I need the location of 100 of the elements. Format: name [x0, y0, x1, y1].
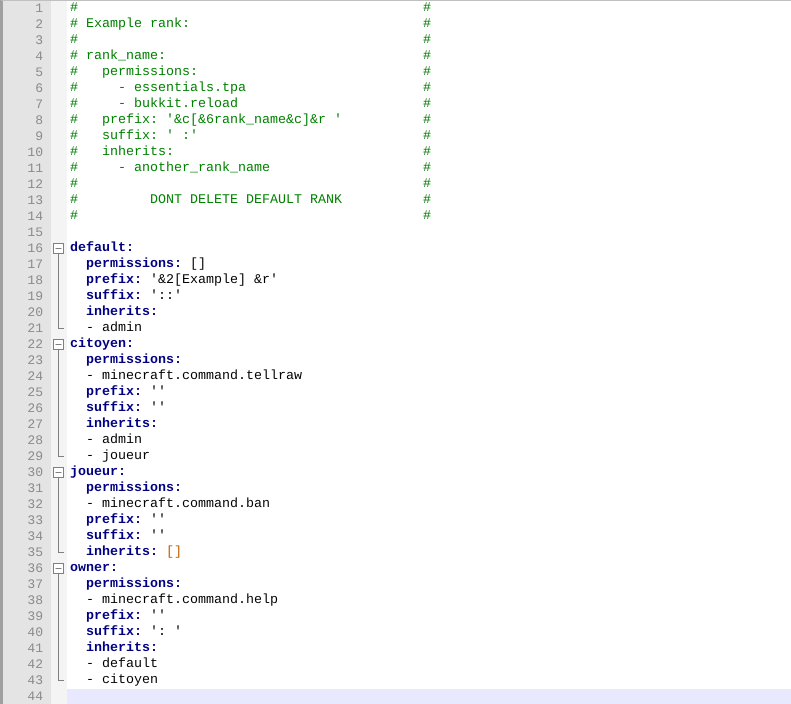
comment-text: # — [70, 33, 78, 48]
yaml-key: prefix: — [86, 385, 142, 400]
fold-toggle-icon[interactable] — [53, 467, 64, 478]
line-number: 30 — [27, 465, 43, 480]
line-number: 32 — [27, 497, 43, 512]
yaml-key: citoyen: — [70, 337, 134, 352]
yaml-value: '&2[Example] &r' — [150, 273, 278, 288]
line-number: 4 — [35, 49, 43, 64]
comment-text: # — [423, 97, 431, 112]
yaml-value: - minecraft.command.ban — [86, 497, 270, 512]
line-number: 17 — [27, 257, 43, 272]
comment-text: # — [70, 129, 78, 144]
comment-text: prefix: '&c[&6rank_name&c]&r ' — [102, 113, 342, 128]
line-number: 18 — [27, 273, 43, 288]
yaml-key: suffix: — [86, 401, 142, 416]
comment-text: # — [70, 209, 78, 224]
yaml-value: '' — [150, 529, 166, 544]
line-number: 41 — [27, 641, 43, 656]
comment-text: rank_name: — [86, 49, 166, 64]
line-number: 16 — [27, 241, 43, 256]
yaml-value: [] — [166, 545, 182, 560]
line-number: 38 — [27, 593, 43, 608]
yaml-key: prefix: — [86, 273, 142, 288]
line-number: 7 — [35, 97, 43, 112]
line-number: 33 — [27, 513, 43, 528]
comment-text: # Example rank: — [70, 17, 190, 32]
line-number: 39 — [27, 609, 43, 624]
yaml-value: ': ' — [150, 625, 182, 640]
line-number: 21 — [27, 321, 43, 336]
comment-text: - essentials.tpa — [118, 81, 246, 96]
line-number: 26 — [27, 401, 43, 416]
fold-toggle-icon[interactable] — [53, 563, 64, 574]
line-number: 10 — [27, 145, 43, 160]
line-number: 5 — [35, 65, 43, 80]
line-number: 28 — [27, 433, 43, 448]
yaml-key: prefix: — [86, 513, 142, 528]
comment-text: # — [423, 209, 431, 224]
comment-text: # — [70, 65, 78, 80]
yaml-key: suffix: — [86, 289, 142, 304]
comment-text: # — [70, 177, 78, 192]
yaml-key: suffix: — [86, 625, 142, 640]
comment-text: DONT DELETE DEFAULT RANK — [150, 193, 342, 208]
comment-text: # — [423, 65, 431, 80]
line-number: 23 — [27, 353, 43, 368]
yaml-key: joueur: — [70, 465, 126, 480]
line-number: 9 — [35, 129, 43, 144]
line-number: 22 — [27, 337, 43, 352]
comment-text: # — [70, 145, 78, 160]
comment-text: - another_rank_name — [118, 161, 270, 176]
yaml-value: '' — [150, 513, 166, 528]
yaml-value: [] — [190, 257, 206, 272]
comment-text: # — [70, 113, 78, 128]
line-number: 37 — [27, 577, 43, 592]
comment-text: # — [423, 193, 431, 208]
yaml-key: inherits: — [86, 641, 158, 656]
fold-toggle-icon[interactable] — [53, 243, 64, 254]
comment-text: # — [423, 81, 431, 96]
line-number: 44 — [27, 689, 43, 704]
yaml-key: inherits: — [86, 417, 158, 432]
line-number: 43 — [27, 673, 43, 688]
line-number: 11 — [27, 161, 43, 176]
line-number: 29 — [27, 449, 43, 464]
yaml-key: permissions: — [86, 481, 182, 496]
yaml-value: - joueur — [86, 449, 150, 464]
line-number: 8 — [35, 113, 43, 128]
line-number: 12 — [27, 177, 43, 192]
comment-text: - bukkit.reload — [118, 97, 238, 112]
yaml-value: '' — [150, 609, 166, 624]
line-number: 31 — [27, 481, 43, 496]
fold-toggle-icon[interactable] — [53, 339, 64, 350]
comment-text: # — [70, 193, 78, 208]
comment-text: # — [423, 17, 431, 32]
line-number: 24 — [27, 369, 43, 384]
comment-text: permissions: — [102, 65, 198, 80]
comment-text: # — [423, 177, 431, 192]
line-number: 34 — [27, 529, 43, 544]
comment-text: inherits: — [102, 145, 174, 160]
yaml-key: inherits: — [86, 545, 158, 560]
line-number: 35 — [27, 545, 43, 560]
comment-text: # — [70, 1, 78, 16]
yaml-key: permissions: — [86, 257, 182, 272]
yaml-key: default: — [70, 241, 134, 256]
yaml-key: prefix: — [86, 609, 142, 624]
line-number: 19 — [27, 289, 43, 304]
comment-text: # — [70, 97, 78, 112]
comment-text: suffix: ' :' — [102, 129, 198, 144]
comment-text: # — [423, 49, 431, 64]
yaml-value: '' — [150, 385, 166, 400]
line-number: 3 — [35, 33, 43, 48]
comment-text: # — [423, 1, 431, 16]
comment-text: # — [423, 113, 431, 128]
yaml-key: inherits: — [86, 305, 158, 320]
line-number: 6 — [35, 81, 43, 96]
line-number: 40 — [27, 625, 43, 640]
line-number: 27 — [27, 417, 43, 432]
line-number: 15 — [27, 225, 43, 240]
comment-text: # — [423, 129, 431, 144]
yaml-key: permissions: — [86, 353, 182, 368]
line-number: 36 — [27, 561, 43, 576]
comment-text: # — [70, 161, 78, 176]
